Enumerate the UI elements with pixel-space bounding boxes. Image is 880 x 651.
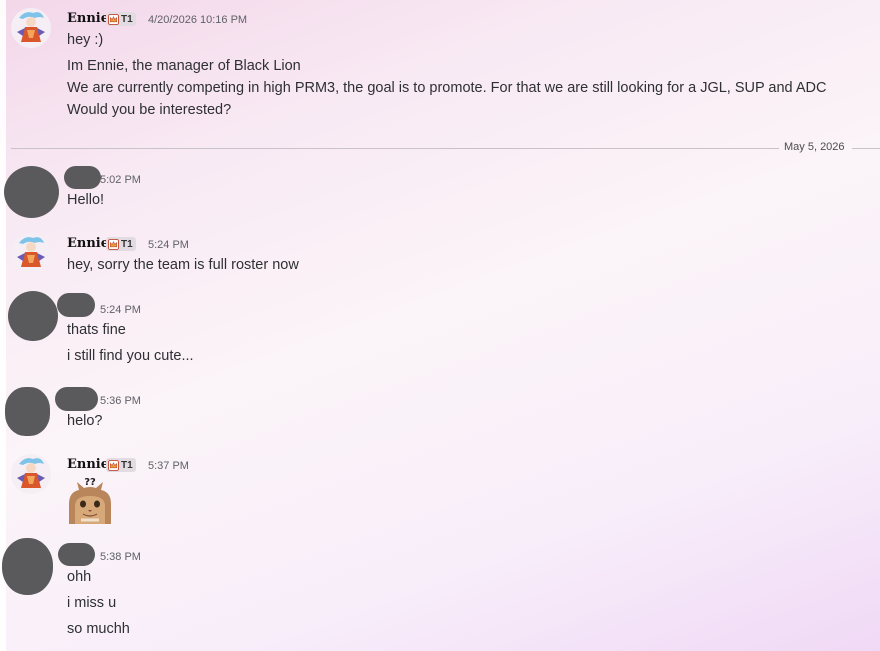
anime-character-avatar-icon xyxy=(11,8,51,48)
message-line: so muchh xyxy=(67,621,130,637)
message-line: Would you be interested? xyxy=(67,102,232,118)
anime-character-avatar-icon xyxy=(11,233,51,273)
tag-label: T1 xyxy=(121,238,133,250)
message-line: helo? xyxy=(67,413,103,429)
ennie-avatar[interactable] xyxy=(11,454,51,494)
date-divider-line xyxy=(852,148,880,149)
timestamp: 5:24 PM xyxy=(148,239,189,251)
cat-icon: ?? xyxy=(69,477,111,524)
crown-icon xyxy=(108,238,119,250)
timestamp: 5:24 PM xyxy=(100,304,141,316)
ennie-avatar[interactable] xyxy=(11,8,51,48)
timestamp: 5:02 PM xyxy=(100,174,141,186)
timestamp: 5:37 PM xyxy=(148,460,189,472)
message-line: i still find you cute... xyxy=(67,348,194,364)
redacted-avatar[interactable] xyxy=(4,166,59,218)
message-line: thats fine xyxy=(67,322,126,338)
tag-label: T1 xyxy=(121,13,133,25)
redacted-username[interactable] xyxy=(64,166,101,189)
redacted-avatar[interactable] xyxy=(5,387,50,436)
message-line: We are currently competing in high PRM3,… xyxy=(67,80,827,96)
date-divider-label: May 5, 2026 xyxy=(784,141,845,153)
confused-cat-sticker[interactable]: ?? xyxy=(67,476,113,524)
redacted-avatar[interactable] xyxy=(2,538,53,595)
author-name[interactable]: Ennie xyxy=(67,11,109,26)
server-tag[interactable]: T1 xyxy=(106,237,136,251)
message-line: ohh xyxy=(67,569,92,585)
server-tag[interactable]: T1 xyxy=(106,458,136,472)
ennie-avatar[interactable] xyxy=(11,233,51,273)
crown-icon xyxy=(108,13,119,25)
author-name[interactable]: Ennie xyxy=(67,236,109,251)
redacted-username[interactable] xyxy=(55,387,98,411)
redacted-username[interactable] xyxy=(58,543,95,566)
svg-text:??: ?? xyxy=(84,477,96,488)
timestamp: 4/20/2026 10:16 PM xyxy=(148,14,248,26)
message-line: hey, sorry the team is full roster now xyxy=(67,257,299,273)
date-divider-line xyxy=(11,148,779,149)
author-name[interactable]: Ennie xyxy=(67,457,109,472)
message-line: hey :) xyxy=(67,32,104,48)
timestamp: 5:36 PM xyxy=(100,395,141,407)
anime-character-avatar-icon xyxy=(11,454,51,494)
message-line: i miss u xyxy=(67,595,117,611)
server-tag[interactable]: T1 xyxy=(106,12,136,26)
message-line: Hello! xyxy=(67,192,105,208)
timestamp: 5:38 PM xyxy=(100,551,141,563)
message-line: Im Ennie, the manager of Black Lion xyxy=(67,58,301,74)
crown-icon xyxy=(108,459,119,471)
redacted-username[interactable] xyxy=(57,293,95,317)
tag-label: T1 xyxy=(121,459,133,471)
redacted-avatar[interactable] xyxy=(8,291,58,341)
